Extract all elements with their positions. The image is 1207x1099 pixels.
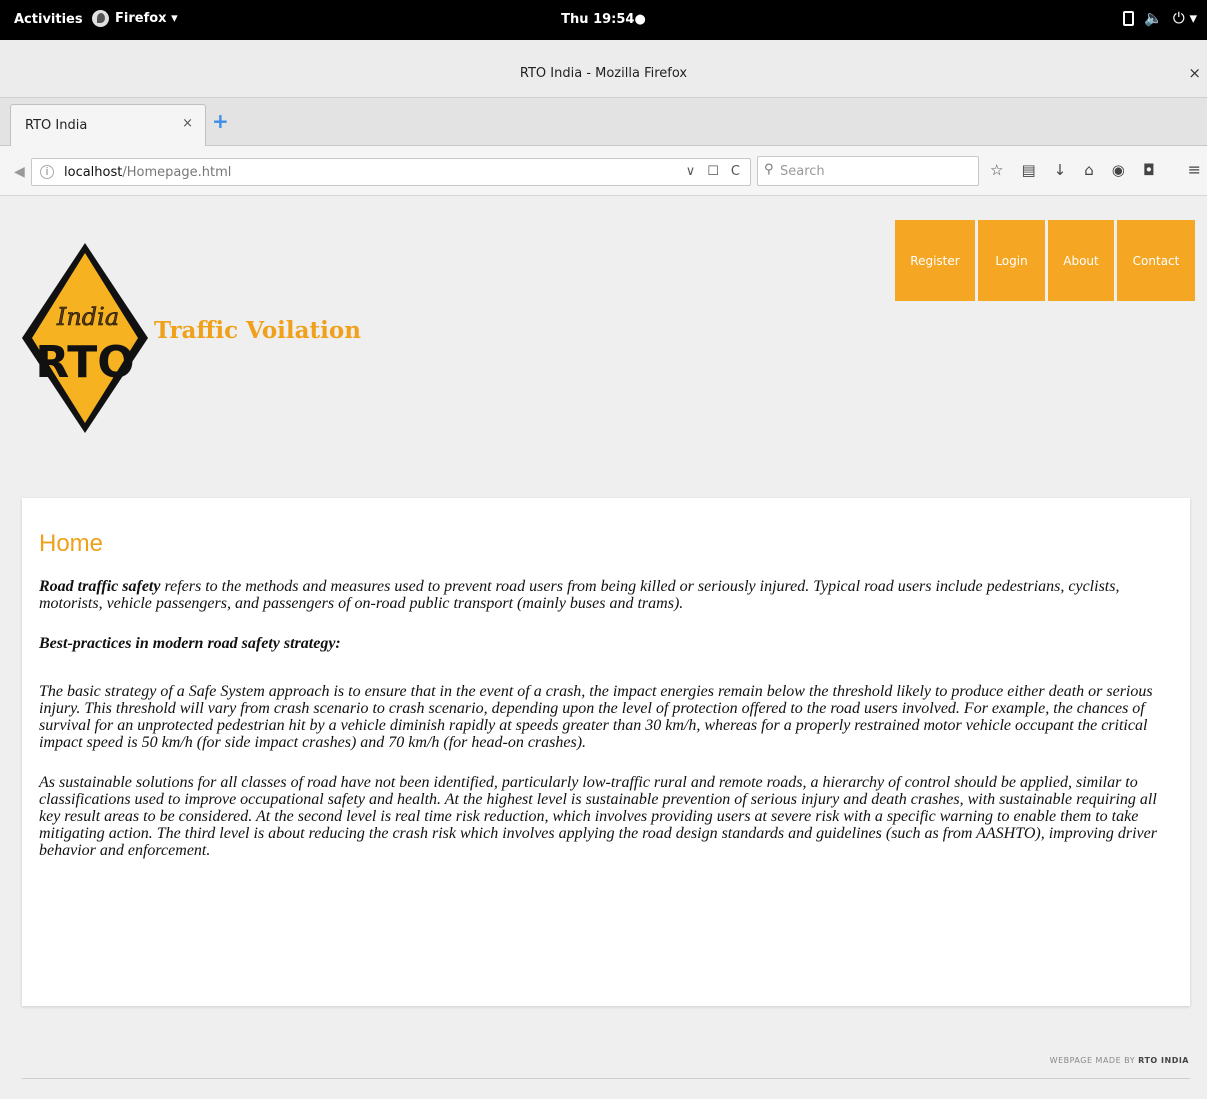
app-menu-label: Firefox ▾ [115, 11, 178, 26]
tab-close-icon[interactable]: × [182, 116, 193, 131]
downloads-icon[interactable]: ↓ [1054, 161, 1067, 179]
window-close-button[interactable]: × [1188, 64, 1201, 82]
nav-login-button[interactable]: Login [978, 220, 1045, 301]
back-icon[interactable]: ◀ [14, 164, 25, 180]
firefox-icon [92, 10, 109, 27]
paragraph-strategy: The basic strategy of a Safe System appr… [39, 683, 1153, 751]
nav-register-button[interactable]: Register [895, 220, 975, 301]
sync-icon[interactable]: ◉ [1112, 161, 1125, 179]
rto-logo: India RTO [22, 243, 148, 433]
intro-bold: Road traffic safety [39, 578, 161, 595]
window-titlebar: RTO India - Mozilla Firefox × [0, 40, 1207, 98]
logo-text-rto: RTO [35, 337, 134, 388]
window-title: RTO India - Mozilla Firefox [519, 66, 688, 81]
content-card: Home Road traffic safety refers to the m… [22, 498, 1190, 1006]
activities-button[interactable]: Activities [14, 12, 83, 27]
app-menu[interactable]: Firefox ▾ [92, 10, 178, 27]
nav-toolbar: ◀ i localhost/Homepage.html ∨ ☐ C ⚲ Sear… [0, 146, 1207, 196]
clock-wrapper: Thu 19:54● [0, 12, 1207, 27]
web-page: India RTO Traffic Voilation Register Log… [0, 197, 1207, 1099]
url-path: /Homepage.html [122, 165, 232, 180]
tab-strip: RTO India × [0, 98, 1207, 146]
pocket-icon[interactable]: ◘ [1143, 161, 1155, 179]
logo-text-india: India [56, 303, 119, 331]
url-text: localhost/Homepage.html [64, 165, 231, 180]
reload-icon[interactable]: C [731, 164, 740, 179]
paragraph-hierarchy: As sustainable solutions for all classes… [39, 774, 1157, 859]
page-title: Home [39, 530, 104, 557]
toolbar-icons: ☆ ▤ ↓ ⌂ ◉ ◘ [990, 161, 1155, 179]
clock[interactable]: Thu 19:54● [561, 12, 646, 27]
site-brand: Traffic Voilation [154, 317, 361, 344]
url-bar[interactable]: i localhost/Homepage.html ∨ ☐ C [31, 158, 751, 186]
intro-paragraph: Road traffic safety refers to the method… [39, 578, 1179, 612]
tab-title: RTO India [25, 118, 88, 133]
tab-rto-india[interactable]: RTO India × [10, 104, 206, 146]
hamburger-menu-icon[interactable]: ≡ [1188, 160, 1201, 179]
url-dropdown-icon[interactable]: ∨ [686, 164, 696, 179]
nav-contact-button[interactable]: Contact [1117, 220, 1195, 301]
site-nav: Register Login About Contact [895, 220, 1195, 301]
battery-icon [1123, 10, 1135, 26]
home-icon[interactable]: ⌂ [1084, 161, 1094, 179]
nav-about-button[interactable]: About [1048, 220, 1114, 301]
search-input[interactable]: ⚲ Search [757, 156, 979, 186]
bookmark-star-icon[interactable]: ☆ [990, 161, 1003, 179]
sound-icon: 🔈 [1144, 9, 1163, 27]
reader-view-icon[interactable]: ☐ [707, 164, 719, 179]
site-info-icon[interactable]: i [40, 165, 54, 179]
footer-author: RTO INDIA [1138, 1056, 1189, 1065]
footer-credit: WEBPAGE MADE BY RTO INDIA [1050, 1056, 1189, 1065]
search-icon: ⚲ [764, 162, 774, 177]
footer-divider [22, 1078, 1190, 1079]
library-icon[interactable]: ▤ [1021, 161, 1035, 179]
system-top-bar: Activities Firefox ▾ Thu 19:54● 🔈 ⏻ ▾ [0, 0, 1207, 40]
search-placeholder: Search [780, 164, 825, 179]
power-icon: ⏻ ▾ [1172, 9, 1197, 27]
intro-text: refers to the methods and measures used … [39, 578, 1120, 612]
section-subheading: Best-practices in modern road safety str… [39, 635, 341, 652]
url-host: localhost [64, 165, 123, 180]
new-tab-button[interactable]: + [212, 111, 229, 131]
url-actions: ∨ ☐ C [686, 164, 740, 179]
system-tray[interactable]: 🔈 ⏻ ▾ [1123, 9, 1197, 27]
footer-made-by: WEBPAGE MADE BY [1049, 1056, 1139, 1065]
article-body: Road traffic safety refers to the method… [39, 578, 1179, 882]
